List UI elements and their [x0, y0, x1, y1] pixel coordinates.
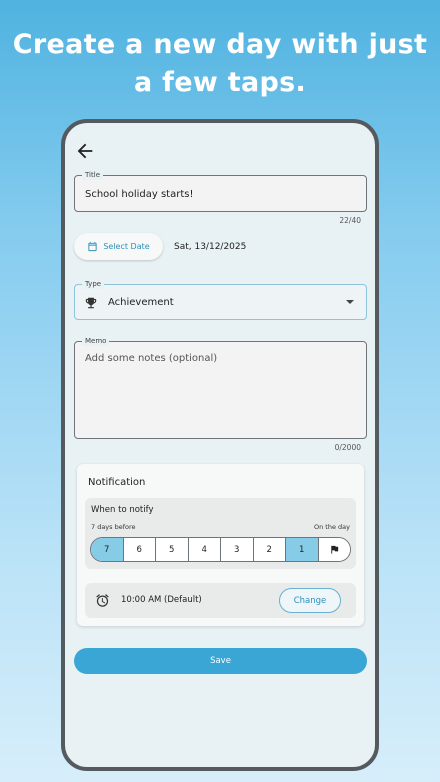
headline-line-2: a few taps.	[133, 67, 307, 98]
flag-icon	[331, 545, 338, 554]
app-screen: Title School holiday starts! 22/40 Selec…	[65, 123, 375, 767]
change-time-button[interactable]: Change	[279, 588, 341, 613]
segment-on-the-day[interactable]	[318, 538, 350, 561]
select-date-button[interactable]: Select Date	[74, 233, 163, 260]
days-before-caption: 7 days before	[91, 523, 136, 531]
segment-3-days[interactable]: 3	[221, 538, 254, 561]
segment-7-days[interactable]: 7	[91, 538, 124, 561]
type-dropdown[interactable]: Type Achievement	[74, 279, 367, 320]
memo-char-counter: 0/2000	[334, 443, 361, 452]
type-selected-value: Achievement	[108, 297, 174, 308]
promo-headline: Create a new day with just a few taps.	[0, 26, 440, 102]
notification-title: Notification	[88, 477, 146, 488]
on-the-day-caption: On the day	[314, 523, 350, 531]
notification-card: Notification When to notify 7 days befor…	[77, 464, 364, 626]
memo-field-label: Memo	[82, 336, 110, 346]
notify-time-value: 10:00 AM (Default)	[121, 595, 202, 605]
memo-field[interactable]: Memo Add some notes (optional)	[74, 336, 367, 439]
segment-1-day[interactable]: 1	[286, 538, 319, 561]
select-date-label: Select Date	[103, 242, 150, 251]
phone-frame: Title School holiday starts! 22/40 Selec…	[61, 119, 379, 771]
save-button[interactable]: Save	[74, 648, 367, 674]
segment-2-days[interactable]: 2	[253, 538, 286, 561]
selected-date: Sat, 13/12/2025	[174, 242, 247, 252]
segment-6-days[interactable]: 6	[123, 538, 156, 561]
alarm-clock-icon	[96, 594, 109, 607]
trophy-icon	[85, 297, 97, 309]
notify-time-box: 10:00 AM (Default) Change	[85, 583, 356, 618]
title-field-label: Title	[82, 170, 104, 180]
when-to-notify-box: When to notify 7 days before On the day …	[85, 498, 356, 569]
segment-5-days[interactable]: 5	[156, 538, 189, 561]
headline-line-1: Create a new day with just	[12, 29, 428, 60]
segment-4-days[interactable]: 4	[188, 538, 221, 561]
type-field-label: Type	[82, 279, 105, 289]
notify-days-segmented-control: 7 6 5 4 3 2 1	[90, 537, 351, 562]
dropdown-caret-icon	[346, 300, 354, 304]
arrow-left-icon[interactable]	[74, 140, 96, 162]
title-char-counter: 22/40	[339, 216, 361, 225]
when-to-notify-title: When to notify	[91, 505, 154, 515]
calendar-icon	[88, 241, 97, 252]
title-input-value[interactable]: School holiday starts!	[85, 189, 193, 200]
memo-placeholder: Add some notes (optional)	[85, 353, 218, 364]
title-field[interactable]: Title School holiday starts!	[74, 170, 367, 212]
